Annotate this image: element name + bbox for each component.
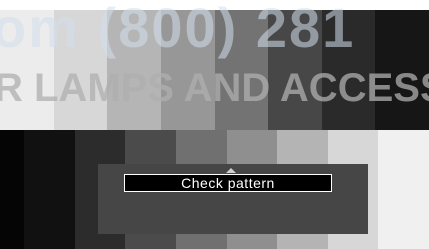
gray-bar-bottom-1 [0,130,24,249]
osd-menu-panel: Check pattern [98,164,368,234]
gray-bar-top-4 [160,10,215,130]
gray-bar-top-5 [214,10,269,130]
gray-bar-bottom-9 [378,130,429,249]
projector-screen: om (800) 281 R LAMPS AND ACCESS Check pa… [0,0,429,249]
gray-bar-top-6 [268,10,322,130]
gray-bar-top-7 [321,10,376,130]
triangle-up-icon[interactable] [226,168,236,173]
gray-bar-top-8 [375,10,429,130]
gray-bar-top-1 [0,10,54,130]
gray-bar-top-2 [53,10,108,130]
grayscale-bars-top [0,10,429,130]
menu-item-check-pattern[interactable]: Check pattern [124,174,332,192]
gray-bar-top-3 [107,10,161,130]
gray-bar-bottom-2 [24,130,75,249]
